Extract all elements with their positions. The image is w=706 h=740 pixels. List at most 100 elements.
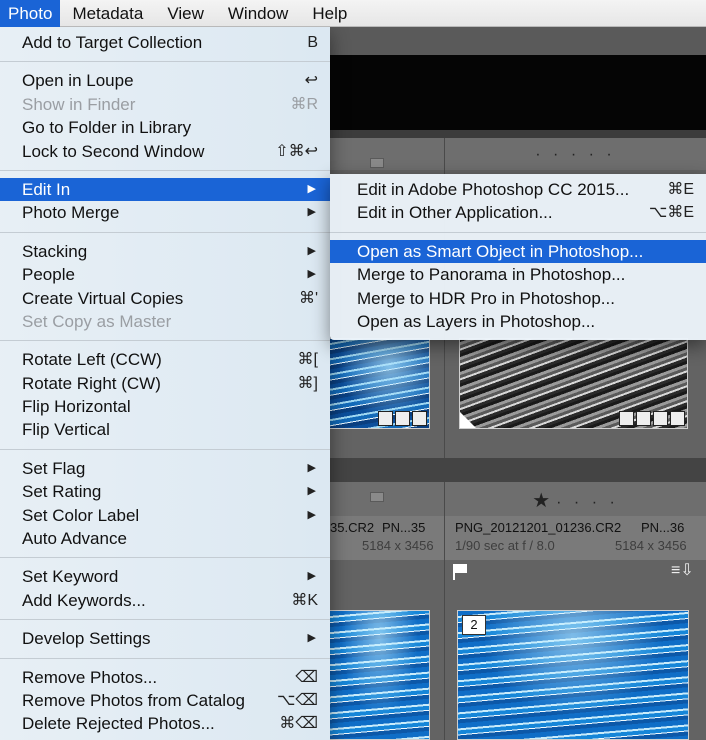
menu-item-create-virtual-copies[interactable]: Create Virtual Copies ⌘' [0,287,330,310]
menubar-item-window[interactable]: Window [216,0,300,27]
menubar-item-photo[interactable]: Photo [0,0,61,27]
menubar-item-help[interactable]: Help [300,0,359,27]
menu-item-merge-to-hdr-pro-in-photoshop[interactable]: Merge to HDR Pro in Photoshop... [330,287,706,310]
menu-item-open-as-smart-object-in-photoshop[interactable]: Open as Smart Object in Photoshop... [330,239,706,264]
menu-item-shortcut: ⌘] [297,374,318,392]
menu-item-label: Set Keyword [22,567,119,587]
grid-cell-4[interactable]: ★· · · · PNG_20121201_01236.CR2 PN...36 … [445,482,706,740]
menu-item-label: Auto Advance [22,529,127,549]
photo-thumbnail[interactable] [330,610,430,740]
menu-item-flip-horizontal[interactable]: Flip Horizontal [0,395,330,418]
menu-item-photo-merge[interactable]: Photo Merge [0,201,330,225]
menu-item-label: Rotate Left (CCW) [22,350,162,370]
menu-item-set-color-label[interactable]: Set Color Label [0,504,330,528]
develop-icon [412,411,427,426]
menu-item-edit-in-other-application[interactable]: Edit in Other Application... ⌥⌘E [330,201,706,224]
menu-item-add-keywords[interactable]: Add Keywords... ⌘K [0,589,330,612]
photo-thumbnail[interactable] [459,338,688,429]
menu-item-label: Open as Layers in Photoshop... [357,311,596,331]
menu-item-rotate-right-cw[interactable]: Rotate Right (CW) ⌘] [0,372,330,395]
menu-item-label: Flip Horizontal [22,397,131,417]
dimensions-label: 5184 x 3456 [362,538,434,553]
menu-item-flip-vertical[interactable]: Flip Vertical [0,418,330,441]
menu-item-delete-rejected-photos[interactable]: Delete Rejected Photos... ⌘⌫ [0,712,330,735]
menu-item-label: Delete Rejected Photos... [22,714,215,734]
menu-item-remove-photos-from-catalog[interactable]: Remove Photos from Catalog ⌥⌫ [0,689,330,712]
badge-corner [460,412,476,428]
flag-icon[interactable] [453,564,467,580]
menu-item-add-to-target-collection[interactable]: Add to Target Collection B [0,31,330,54]
menu-item-people[interactable]: People [0,263,330,287]
sort-icon[interactable]: ≡⇩ [671,560,694,580]
menu-item-set-keyword[interactable]: Set Keyword [0,565,330,589]
row-gap [330,458,706,482]
photo-number-badge: 2 [462,615,486,635]
menubar-item-view[interactable]: View [155,0,216,27]
index-label: PN...36 [641,520,685,535]
menu-item-merge-to-panorama-in-photoshop[interactable]: Merge to Panorama in Photoshop... [330,263,706,286]
develop-icon [653,411,668,426]
filename-label: PNG_20121201_01236.CR2 [455,520,622,535]
filmstrip-band [330,55,706,130]
menu-item-open-as-layers-in-photoshop[interactable]: Open as Layers in Photoshop... [330,310,706,333]
menu-item-edit-in[interactable]: Edit In [0,177,330,202]
menu-item-rotate-left-ccw[interactable]: Rotate Left (CCW) ⌘[ [0,348,330,371]
menu-item-label: Create Virtual Copies [22,288,184,308]
photo-menu: Add to Target Collection B Open in Loupe ↩ S… [0,27,330,740]
rating-dots[interactable]: · · · · · [445,146,706,164]
menu-item-remove-photos[interactable]: Remove Photos... ⌫ [0,666,330,689]
exposure-label: 1/90 sec at f / 8.0 [455,538,555,553]
menu-item-edit-in-adobe-photoshop-cc-2015[interactable]: Edit in Adobe Photoshop CC 2015... ⌘E [330,178,706,201]
menu-item-set-rating[interactable]: Set Rating [0,480,330,504]
menu-item-label: Flip Vertical [22,420,110,440]
menu-item-open-in-loupe[interactable]: Open in Loupe ↩ [0,69,330,92]
menu-item-set-flag[interactable]: Set Flag [0,457,330,481]
menu-item-go-to-folder-in-library[interactable]: Go to Folder in Library [0,116,330,139]
menu-item-shortcut: ⌘[ [297,351,318,369]
edit-in-submenu: Edit in Adobe Photoshop CC 2015... ⌘E Edit… [330,174,706,340]
menu-separator [0,448,330,450]
menu-separator [0,340,330,342]
menubar-item-metadata[interactable]: Metadata [60,0,155,27]
stack-badge [370,492,384,502]
menu-item-label: Edit in Adobe Photoshop CC 2015... [357,180,630,199]
menu-item-shortcut: ⌘⌫ [279,715,318,733]
menu-item-show-in-finder: Show in Finder ⌘R [0,93,330,116]
crop-icon [395,411,410,426]
menu-item-develop-settings[interactable]: Develop Settings [0,627,330,651]
menu-item-shortcut: ⇧⌘↩ [275,142,318,160]
menu-item-label: Show in Finder [22,94,136,114]
menu-item-label: Set Rating [22,482,102,502]
keyword-icon [619,411,634,426]
menu-item-label: Stacking [22,241,88,261]
menu-item-stacking[interactable]: Stacking [0,240,330,264]
menu-item-shortcut: ⌥⌘E [648,204,694,222]
thumbnail-badges [619,411,685,427]
stack-badge [370,158,384,168]
menu-item-label: Edit In [22,179,71,199]
crop-icon [636,411,651,426]
menu-item-label: Remove Photos from Catalog [22,690,245,710]
index-label: PN...35 [382,520,426,535]
menu-item-lock-to-second-window[interactable]: Lock to Second Window ⇧⌘↩ [0,140,330,163]
menu-item-set-copy-as-master: Set Copy as Master [0,310,330,333]
menu-item-label: Go to Folder in Library [22,118,192,138]
menu-separator [0,619,330,621]
dimensions-label: 5184 x 3456 [615,538,687,553]
menu-separator [330,231,706,233]
filename-label: 35.CR2 [330,520,375,535]
menu-item-label: Open in Loupe [22,71,134,91]
grid-top-strip [330,130,706,138]
cell-header [330,482,444,516]
menu-item-label: Remove Photos... [22,667,158,687]
menu-item-label: Rotate Right (CW) [22,373,161,393]
menu-item-label: Photo Merge [22,203,120,223]
photo-thumbnail[interactable]: 2 [457,610,689,740]
menu-item-shortcut: ⌘' [298,289,318,307]
photo-thumbnail[interactable] [330,338,430,429]
menu-item-label: Merge to Panorama in Photoshop... [357,265,626,285]
rating-stars[interactable]: ★· · · · [445,488,706,513]
menu-item-label: People [22,265,75,285]
grid-cell-3[interactable]: 35.CR2 PN...35 5184 x 3456 [330,482,444,740]
menu-item-auto-advance[interactable]: Auto Advance [0,527,330,550]
